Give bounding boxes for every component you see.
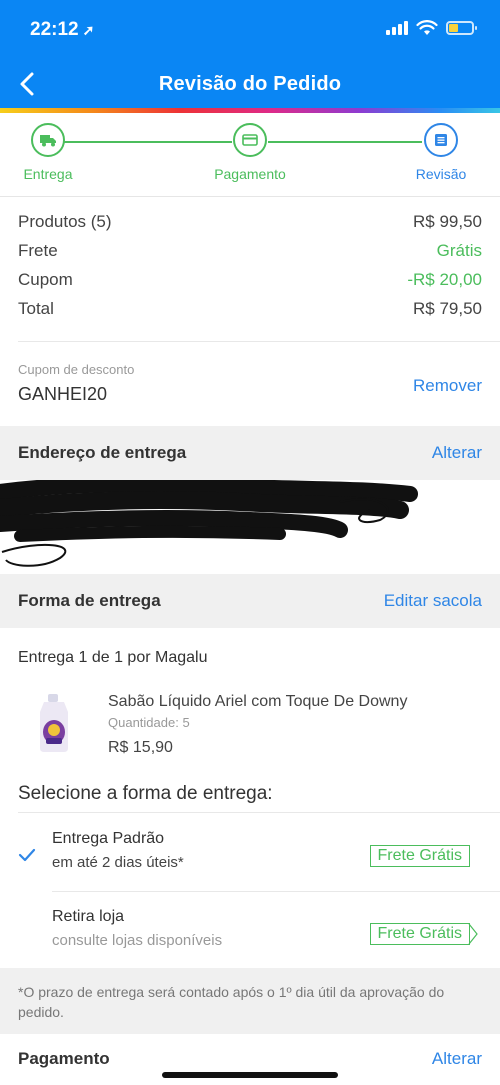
step-entrega-label: Entrega	[23, 166, 73, 182]
step-entrega[interactable]: Entrega	[0, 123, 108, 182]
truck-icon	[31, 123, 65, 157]
summary-label: Total	[18, 299, 54, 318]
status-icons	[386, 20, 477, 36]
summary-value: R$ 79,50	[413, 299, 482, 318]
step-pagamento-label: Pagamento	[214, 166, 286, 182]
location-arrow-icon: ➚	[82, 22, 95, 38]
status-bar: 22:12 ➚	[0, 0, 500, 60]
divider	[18, 341, 500, 342]
battery-icon	[446, 21, 477, 35]
shipment-title: Entrega 1 de 1 por Magalu	[18, 649, 208, 666]
step-revisao-label: Revisão	[415, 166, 467, 182]
product-image	[40, 694, 68, 752]
status-time-text: 22:12	[30, 19, 79, 40]
address-section-title: Endereço de entrega	[18, 443, 187, 462]
coupon-section: Cupom de desconto GANHEI20 Remover	[18, 362, 482, 405]
product-price: R$ 15,90	[108, 739, 173, 756]
coupon-label: Cupom de desconto	[18, 362, 135, 377]
free-shipping-badge: Frete Grátis	[369, 923, 470, 945]
summary-label: Cupom	[18, 270, 73, 289]
address-section-header: Endereço de entrega Alterar	[0, 426, 500, 480]
summary-label: Frete	[18, 241, 58, 260]
option-detail: em até 2 dias úteis*	[52, 854, 184, 871]
delivery-time-note: *O prazo de entrega será contado após o …	[0, 968, 500, 1034]
cellular-signal-icon	[386, 21, 408, 35]
redaction-scribble	[0, 480, 418, 567]
checkmark-icon	[18, 848, 36, 862]
delivery-options-title: Selecione a forma de entrega:	[18, 783, 273, 804]
summary-value: R$ 99,50	[413, 212, 482, 231]
step-revisao[interactable]: Revisão	[381, 123, 500, 182]
status-time: 22:12 ➚	[30, 19, 94, 41]
app-header: 22:12 ➚ Revisão do Pedido	[0, 0, 500, 108]
summary-row-cupom: Cupom -R$ 20,00	[18, 270, 482, 299]
delivery-option-store-pickup[interactable]: Retira loja consulte lojas disponíveis F…	[0, 892, 500, 968]
page-title: Revisão do Pedido	[158, 73, 342, 95]
divider	[18, 812, 500, 813]
change-payment-button[interactable]: Alterar	[432, 1049, 482, 1069]
change-address-button[interactable]: Alterar	[432, 443, 482, 463]
option-name: Retira loja	[52, 908, 125, 925]
product-item: Sabão Líquido Ariel com Toque De Downy Q…	[108, 693, 482, 757]
order-summary: Produtos (5) R$ 99,50 Frete Grátis Cupom…	[18, 212, 482, 328]
summary-row-produtos: Produtos (5) R$ 99,50	[18, 212, 482, 241]
checkout-stepper: Entrega Pagamento Revisão	[0, 113, 500, 197]
nav-bar: Revisão do Pedido	[0, 60, 500, 108]
option-name: Entrega Padrão	[52, 830, 165, 847]
delivery-section-header: Forma de entrega Editar sacola	[0, 574, 500, 628]
step-pagamento[interactable]: Pagamento	[190, 123, 310, 182]
review-list-icon	[424, 123, 458, 157]
product-quantity: Quantidade: 5	[108, 715, 190, 730]
payment-section-title: Pagamento	[18, 1049, 110, 1068]
credit-card-icon	[233, 123, 267, 157]
remove-coupon-button[interactable]: Remover	[413, 376, 482, 396]
free-shipping-badge: Frete Grátis	[369, 845, 470, 867]
chevron-right-icon	[468, 923, 478, 945]
summary-value: Grátis	[436, 241, 482, 260]
summary-row-total: Total R$ 79,50	[18, 299, 482, 328]
delivery-section-title: Forma de entrega	[18, 591, 161, 610]
option-detail: consulte lojas disponíveis	[52, 932, 223, 949]
product-name: Sabão Líquido Ariel com Toque De Downy	[108, 693, 408, 710]
summary-value: -R$ 20,00	[407, 270, 482, 289]
wifi-icon	[416, 20, 438, 35]
delivery-address-redacted	[0, 480, 500, 575]
delivery-option-standard[interactable]: Entrega Padrão em até 2 dias úteis* Fret…	[0, 814, 500, 890]
summary-label: Produtos (5)	[18, 212, 112, 231]
home-indicator[interactable]	[162, 1072, 338, 1078]
edit-bag-button[interactable]: Editar sacola	[384, 591, 482, 611]
summary-row-frete: Frete Grátis	[18, 241, 482, 270]
